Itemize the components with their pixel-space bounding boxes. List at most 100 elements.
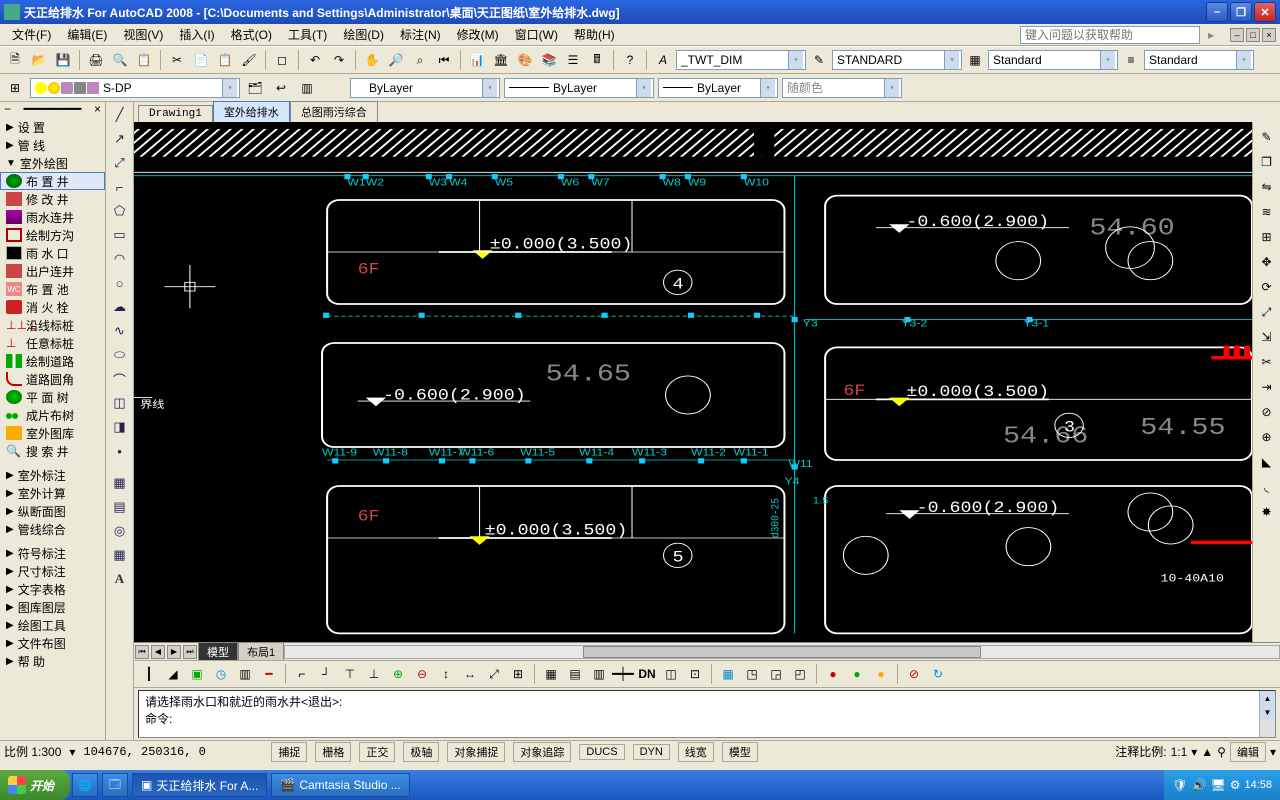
tch-cat-6[interactable]: ▶文字表格 — [0, 580, 105, 598]
table-icon[interactable]: ▦ — [109, 544, 131, 566]
fillet-icon[interactable]: ◟ — [1256, 476, 1278, 498]
copy2-icon[interactable]: ❐ — [1256, 151, 1278, 173]
menu-draw[interactable]: 绘图(D) — [335, 24, 392, 45]
blockstyle-dropdown[interactable]: Standard — [1144, 50, 1254, 70]
ellipse-arc-icon[interactable]: ⌒ — [109, 368, 131, 390]
tray-icon-3[interactable]: 🖥 — [1210, 778, 1225, 792]
bt-9[interactable]: ⊤ — [339, 663, 361, 685]
explode-icon[interactable]: ✸ — [1256, 501, 1278, 523]
region-icon[interactable]: ◎ — [109, 520, 131, 542]
tch-cat-7[interactable]: ▶图库图层 — [0, 598, 105, 616]
bt-24[interactable]: ◳ — [741, 663, 763, 685]
layerfilter-icon[interactable]: ▥ — [296, 77, 318, 99]
scale-icon[interactable]: ⤢ — [1256, 301, 1278, 323]
tch-cat-9[interactable]: ▶文件布图 — [0, 634, 105, 652]
zoom-window-icon[interactable]: ⌕ — [409, 49, 431, 71]
circle-icon[interactable]: ○ — [109, 272, 131, 294]
break-icon[interactable]: ⊘ — [1256, 401, 1278, 423]
minimize-button[interactable]: – — [1206, 2, 1228, 22]
layout-tab-model[interactable]: 模型 — [198, 642, 238, 662]
quickcalc-icon[interactable]: 🖩 — [586, 49, 608, 71]
trim-icon[interactable]: ✂ — [1256, 351, 1278, 373]
bt-22[interactable]: ⊡ — [684, 663, 706, 685]
ray-icon[interactable]: ↗ — [109, 128, 131, 150]
mirror-icon[interactable]: ⇋ — [1256, 176, 1278, 198]
status-edit[interactable]: 编辑 — [1230, 742, 1266, 762]
mdi-minimize-button[interactable]: – — [1230, 28, 1244, 42]
tch-cat-5[interactable]: ▶尺寸标注 — [0, 562, 105, 580]
bt-18[interactable]: ▤ — [564, 663, 586, 685]
tch-cmd-xiaohuoshuan[interactable]: 消 火 栓 — [0, 298, 105, 316]
mode-model[interactable]: 模型 — [722, 742, 758, 762]
tch-cmd-huizhifanggou[interactable]: 绘制方沟 — [0, 226, 105, 244]
polyline-icon[interactable]: ⌐ — [109, 176, 131, 198]
hatch-icon[interactable]: ▦ — [109, 472, 131, 494]
bt-5[interactable]: ▥ — [234, 663, 256, 685]
point-icon[interactable]: • — [109, 440, 131, 462]
status-scale[interactable]: 比例 1:300 — [4, 743, 61, 760]
tch-cat-4[interactable]: ▶符号标注 — [0, 544, 105, 562]
tch-cmd-shiwai-tuku[interactable]: 室外图库 — [0, 424, 105, 442]
tch-cmd-daolu-yuanjiao[interactable]: 道路圆角 — [0, 370, 105, 388]
system-tray[interactable]: 🛡 🔊 🖥 ⚙ 14:58 — [1164, 770, 1280, 800]
mode-ducs[interactable]: DUCS — [579, 744, 624, 760]
paste-icon[interactable]: 📋 — [214, 49, 236, 71]
task-tzgps[interactable]: ▣天正给排水 For A... — [132, 773, 267, 797]
mode-dyn[interactable]: DYN — [633, 744, 670, 760]
textstyle-icon[interactable]: A — [652, 49, 674, 71]
tch-cat-settings[interactable]: ▶设 置 — [0, 118, 105, 136]
markup-icon[interactable]: ☰ — [562, 49, 584, 71]
menu-modify[interactable]: 修改(M) — [449, 24, 507, 45]
tab-active[interactable]: 室外给排水 — [213, 101, 290, 122]
menu-file[interactable]: 文件(F) — [4, 24, 59, 45]
tray-icon-4[interactable]: ⚙ — [1230, 778, 1241, 792]
array-icon[interactable]: ⊞ — [1256, 226, 1278, 248]
help-search-go-icon[interactable]: ▸ — [1200, 24, 1222, 46]
bt-15[interactable]: ⤢ — [483, 663, 505, 685]
tch-cat-8[interactable]: ▶绘图工具 — [0, 616, 105, 634]
task-camtasia[interactable]: 🎬Camtasia Studio ... — [271, 773, 409, 797]
mdi-restore-button[interactable]: □ — [1246, 28, 1260, 42]
tablestyle-dropdown[interactable]: Standard — [988, 50, 1118, 70]
bt-19[interactable]: ▥ — [588, 663, 610, 685]
quicklaunch-1[interactable]: 🌐 — [72, 773, 98, 797]
bt-2[interactable]: ◢ — [162, 663, 184, 685]
tch-cmd-sousuojing[interactable]: 🔍搜 索 井 — [0, 442, 105, 460]
bt-28[interactable]: ● — [846, 663, 868, 685]
layermgr-icon[interactable]: 🗂 — [244, 77, 266, 99]
block-insert-icon[interactable]: ◫ — [109, 392, 131, 414]
rotate-icon[interactable]: ⟳ — [1256, 276, 1278, 298]
menu-window[interactable]: 窗口(W) — [507, 24, 566, 45]
bt-14[interactable]: ↔ — [459, 663, 481, 685]
bt-7[interactable]: ⌐ — [291, 663, 313, 685]
ltab-first-icon[interactable]: ⏮ — [135, 645, 149, 659]
tch-cat-1[interactable]: ▶室外计算 — [0, 484, 105, 502]
save-icon[interactable]: 💾 — [52, 49, 74, 71]
tab-combined[interactable]: 总图雨污综合 — [290, 101, 378, 122]
status-tray-icon[interactable]: ▾ — [1270, 745, 1276, 759]
preview-icon[interactable]: 🔍 — [109, 49, 131, 71]
tch-cmd-buzhijing[interactable]: 布 置 井 — [0, 172, 105, 190]
designcenter-icon[interactable]: 🏛 — [490, 49, 512, 71]
publish-icon[interactable]: 📋 — [133, 49, 155, 71]
polygon-icon[interactable]: ⬠ — [109, 200, 131, 222]
menu-help[interactable]: 帮助(H) — [566, 24, 623, 45]
bt-dn[interactable]: DN — [636, 663, 658, 685]
revcloud-icon[interactable]: ☁ — [109, 296, 131, 318]
tch-cmd-xiugaijing[interactable]: 修 改 井 — [0, 190, 105, 208]
offset-icon[interactable]: ≋ — [1256, 201, 1278, 223]
open-icon[interactable]: 📂 — [28, 49, 50, 71]
dimstyle-edit-icon[interactable]: ✎ — [808, 49, 830, 71]
tch-cmd-chengpian-bushu[interactable]: 成片布树 — [0, 406, 105, 424]
tablestyle-icon[interactable]: ▦ — [964, 49, 986, 71]
bt-11[interactable]: ⊕ — [387, 663, 409, 685]
bt-8[interactable]: ┘ — [315, 663, 337, 685]
arc-icon[interactable]: ◠ — [109, 248, 131, 270]
menu-dim[interactable]: 标注(N) — [392, 24, 449, 45]
tray-clock[interactable]: 14:58 — [1244, 779, 1272, 791]
erase-icon[interactable]: ✎ — [1256, 126, 1278, 148]
toolpalette-icon[interactable]: 🎨 — [514, 49, 536, 71]
mdi-close-button[interactable]: × — [1262, 28, 1276, 42]
close-button[interactable]: ✕ — [1254, 2, 1276, 22]
tch-cmd-yushuikou[interactable]: 雨 水 口 — [0, 244, 105, 262]
